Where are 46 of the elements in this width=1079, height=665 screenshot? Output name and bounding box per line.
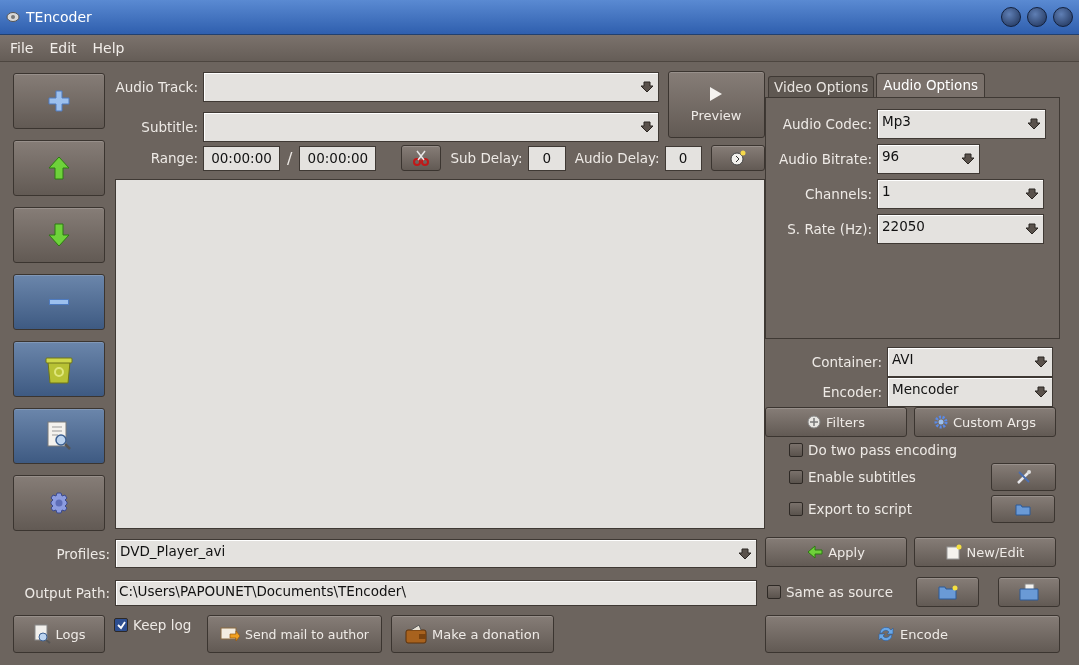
option-dropdown[interactable]: 1 [877, 179, 1044, 209]
filters-button[interactable]: Filters [765, 407, 907, 437]
field-label: Encoder: [821, 384, 882, 400]
window-title: TEncoder [26, 9, 93, 25]
menu-item[interactable]: File [4, 38, 40, 58]
field-label: Subtitle: [140, 119, 198, 135]
apply-button[interactable]: Apply [765, 537, 907, 567]
field-label: Sub Delay: [450, 150, 523, 166]
custom-args-button[interactable]: Custom Args [914, 407, 1056, 437]
range-separator: / [287, 148, 293, 168]
checkbox-label: Export to script [808, 501, 912, 517]
checkbox-label: Enable subtitles [808, 469, 916, 485]
field-label: Audio Codec: [781, 116, 872, 132]
delay-field[interactable]: 0 [664, 145, 702, 171]
menu-item[interactable]: Help [86, 38, 131, 58]
field-label: Profiles: [55, 545, 110, 562]
logs-button[interactable]: Logs [13, 615, 105, 653]
time-field[interactable]: 00:00:00 [203, 145, 280, 171]
container-dropdown[interactable]: AVI [887, 347, 1053, 377]
tab[interactable]: Video Options [768, 76, 875, 97]
field-label: Channels: [804, 186, 872, 202]
option-dropdown[interactable]: Mp3 [877, 109, 1046, 139]
checkbox-label: Do two pass encoding [808, 442, 958, 458]
checkbox-label: Keep log [133, 617, 192, 633]
encode-button[interactable]: Encode [765, 615, 1060, 653]
donation-button[interactable]: Make a donation [391, 615, 554, 653]
encoder-dropdown[interactable]: Mencoder [887, 377, 1053, 407]
option-dropdown[interactable]: 96 [877, 144, 980, 174]
field-label: S. Rate (Hz): [786, 221, 872, 237]
menu-item[interactable]: Edit [43, 38, 83, 58]
new-edit-button[interactable]: New/Edit [914, 537, 1056, 567]
field-label: Range: [149, 150, 198, 166]
profiles-dropdown[interactable]: DVD_Player_avi [115, 539, 757, 568]
field-label: Audio Delay: [574, 150, 660, 166]
preview-button[interactable]: Preview [667, 71, 765, 138]
field-label: Output Path: [23, 585, 110, 601]
tab[interactable]: Audio Options [876, 73, 985, 97]
send-mail-button[interactable]: Send mail to author [207, 615, 382, 653]
checkbox-label: Same as source [786, 584, 894, 600]
field-label: Audio Track: [115, 79, 198, 95]
time-field[interactable]: 00:00:00 [299, 145, 377, 171]
field-label: Container: [810, 354, 882, 370]
field-label: Audio Bitrate: [778, 151, 872, 167]
output-path-field[interactable]: C:\Users\PAPOUNET\Documents\TEncoder\ [115, 580, 757, 606]
delay-field[interactable]: 0 [527, 145, 566, 171]
option-dropdown[interactable]: 22050 [877, 214, 1044, 244]
